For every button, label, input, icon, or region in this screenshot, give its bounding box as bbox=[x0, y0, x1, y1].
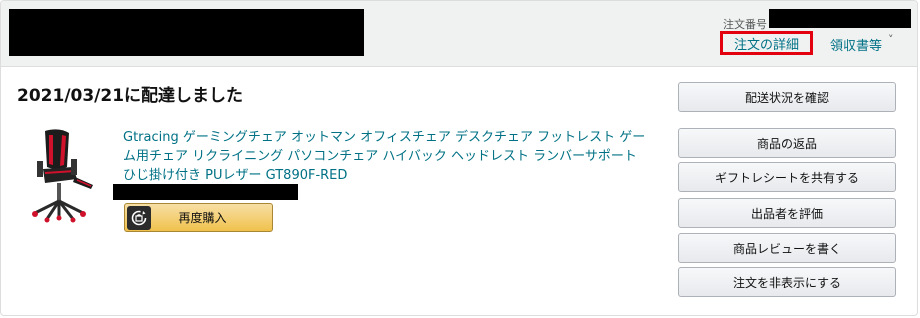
write-review-button[interactable]: 商品レビューを書く bbox=[678, 233, 896, 263]
order-details-link[interactable]: 注文の詳細 bbox=[720, 31, 813, 55]
receipt-link[interactable]: 領収書等 bbox=[830, 35, 882, 54]
product-title-link[interactable]: Gtracing ゲーミングチェア オットマン オフィスチェア デスクチェア フ… bbox=[123, 128, 653, 185]
order-number-label: 注文番号 bbox=[723, 18, 767, 31]
redacted-order-number bbox=[769, 9, 911, 28]
return-items-button[interactable]: 商品の返品 bbox=[678, 128, 896, 158]
track-package-button[interactable]: 配送状況を確認 bbox=[678, 82, 896, 112]
order-card: 注文番号 注文の詳細 領収書等 ˅ 2021/03/21に配達しました Gtra… bbox=[0, 0, 918, 316]
chevron-down-icon[interactable]: ˅ bbox=[888, 33, 894, 46]
delivery-status: 2021/03/21に配達しました bbox=[17, 86, 244, 106]
order-header: 注文番号 注文の詳細 領収書等 ˅ bbox=[1, 1, 917, 67]
seller-feedback-button[interactable]: 出品者を評価 bbox=[678, 198, 896, 228]
buy-again-label: 再度購入 bbox=[178, 211, 227, 225]
redacted-seller bbox=[113, 184, 298, 200]
product-image[interactable] bbox=[27, 127, 97, 223]
repeat-icon bbox=[127, 205, 151, 230]
buy-again-button[interactable]: 再度購入 bbox=[124, 203, 273, 232]
redacted-order-summary bbox=[9, 9, 364, 56]
archive-order-button[interactable]: 注文を非表示にする bbox=[678, 267, 896, 297]
share-gift-receipt-button[interactable]: ギフトレシートを共有する bbox=[678, 162, 896, 192]
